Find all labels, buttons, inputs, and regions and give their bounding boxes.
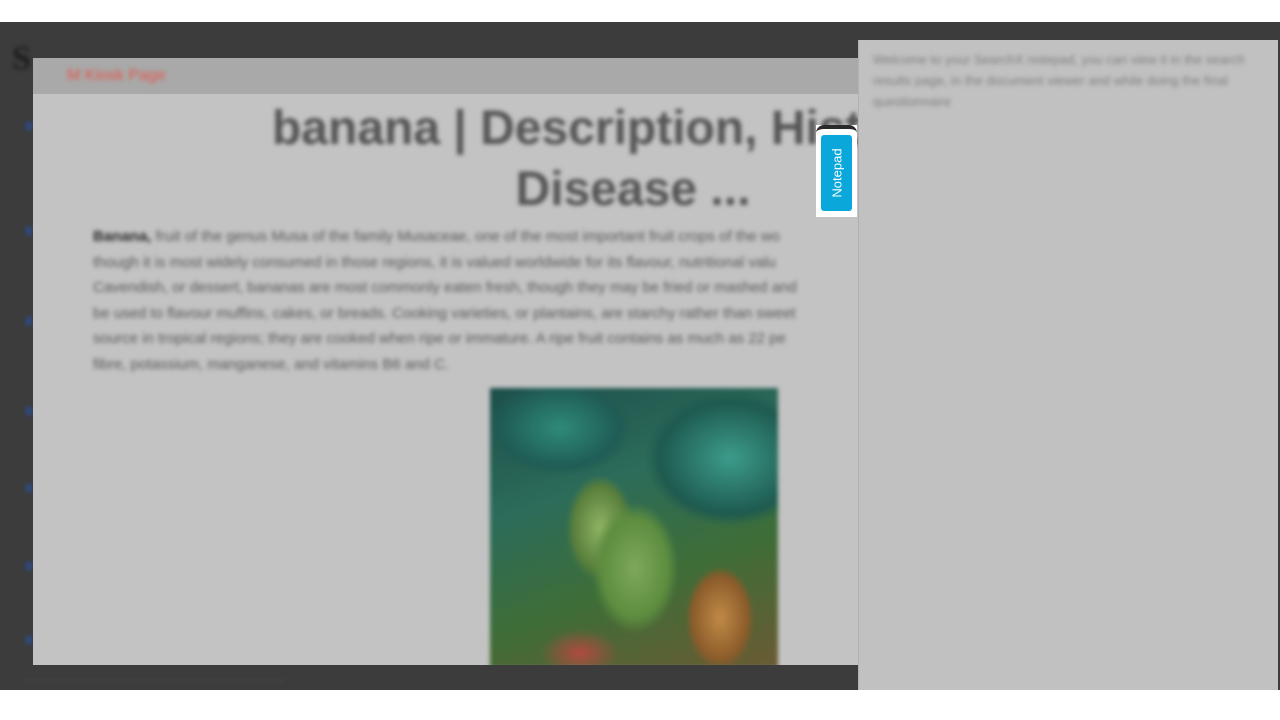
- background-logo: S: [12, 40, 31, 77]
- banana-plant-image: [490, 388, 778, 665]
- notepad-editor[interactable]: Welcome to your SearchX notepad, you can…: [873, 49, 1263, 112]
- document-viewer-toolbar: M Kiosk Page: [33, 58, 933, 94]
- app-viewport: S M Kiosk Page banana | Description, His…: [0, 22, 1280, 690]
- document-body-line-text: fruit of the genus Musa of the family Mu…: [151, 228, 781, 245]
- document-body-line: Banana, fruit of the genus Musa of the f…: [93, 224, 933, 250]
- background-list-bullet: [26, 636, 32, 644]
- background-list-bullet: [26, 484, 32, 492]
- document-title: banana | Description, History, C Disease…: [93, 98, 933, 220]
- notepad-tab-container: Notepad: [816, 125, 857, 217]
- document-body-line: be used to flavour muffins, cakes, or br…: [93, 304, 796, 322]
- document-body-line: though it is most widely consumed in tho…: [93, 253, 776, 271]
- notepad-tab-handle: [816, 125, 857, 135]
- document-body-lead: Banana,: [93, 228, 152, 245]
- background-list-bullet: [26, 562, 32, 570]
- background-list-bullet: [26, 407, 32, 415]
- document-body-line: source in tropical regions; they are coo…: [93, 330, 786, 347]
- document-title-line: banana | Description, History, C: [271, 102, 933, 155]
- notepad-panel: Welcome to your SearchX notepad, you can…: [858, 40, 1278, 690]
- document-body-text: Banana, fruit of the genus Musa of the f…: [93, 224, 933, 377]
- document-viewer: M Kiosk Page banana | Description, Histo…: [33, 58, 933, 665]
- notepad-tab-label: Notepad: [829, 148, 844, 198]
- background-list-bullet: [26, 227, 32, 235]
- notepad-toggle-button[interactable]: Notepad: [821, 135, 852, 211]
- kiosk-page-link[interactable]: M Kiosk Page: [67, 67, 166, 85]
- status-strip: ........................................…: [22, 672, 285, 684]
- document-body-line: fibre, potassium, manganese, and vitamin…: [93, 355, 450, 373]
- document-body-line: Cavendish, or dessert, bananas are most …: [93, 279, 797, 296]
- background-list-bullet: [26, 122, 32, 130]
- document-title-line: Disease ...: [515, 163, 751, 216]
- background-list-bullet: [26, 317, 32, 325]
